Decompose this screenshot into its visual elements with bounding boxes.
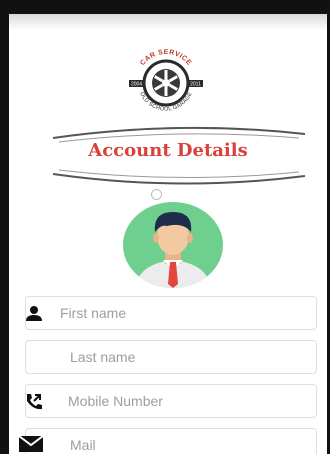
mobile-number-field[interactable] bbox=[25, 384, 317, 418]
phone-icon bbox=[27, 394, 42, 410]
logo-right-year: 2011 bbox=[190, 82, 201, 88]
page-title: Account Details bbox=[88, 140, 248, 161]
last-name-field[interactable] bbox=[25, 340, 317, 374]
avatar-pin bbox=[151, 189, 162, 200]
user-avatar-icon[interactable] bbox=[123, 200, 223, 290]
mobile-number-input[interactable] bbox=[68, 385, 268, 417]
mail-icon bbox=[18, 435, 44, 452]
mail-field[interactable] bbox=[25, 428, 317, 454]
account-screen: 2004 2011 CAR SERVICE OLD SCHOOL GARAGE … bbox=[9, 14, 327, 454]
first-name-field[interactable] bbox=[25, 296, 317, 330]
mail-input[interactable] bbox=[70, 429, 270, 454]
car-service-logo: 2004 2011 CAR SERVICE OLD SCHOOL GARAGE bbox=[129, 49, 203, 113]
logo-left-year: 2004 bbox=[131, 82, 142, 88]
last-name-input[interactable] bbox=[70, 341, 270, 373]
person-icon bbox=[26, 306, 42, 321]
first-name-input[interactable] bbox=[60, 297, 260, 329]
swoosh-bottom bbox=[53, 169, 305, 185]
status-shadow bbox=[9, 14, 327, 30]
